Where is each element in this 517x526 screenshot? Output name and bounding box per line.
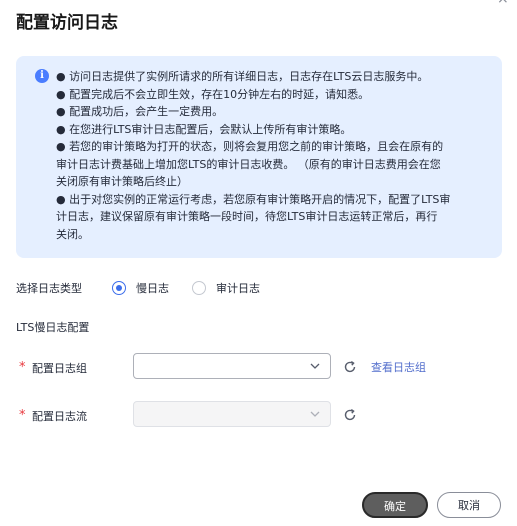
notice-line: ● 若您的审计策略为打开的状态，则将会复用您之前的审计策略，且会在原有的	[56, 140, 444, 153]
close-icon[interactable]: ×	[497, 0, 509, 6]
required-mark: *	[19, 408, 26, 423]
log-stream-label: 配置日志流	[32, 410, 87, 423]
radio-audit-log-label[interactable]: 审计日志	[216, 280, 260, 296]
info-icon: i	[35, 69, 49, 83]
confirm-button[interactable]: 确定	[362, 492, 428, 518]
radio-audit-log[interactable]	[192, 281, 206, 295]
log-group-label: 配置日志组	[32, 362, 87, 375]
notice-line: ● 访问日志提供了实例所请求的所有详细日志，日志存在LTS云日志服务中。	[56, 70, 429, 83]
notice-box: i ● 访问日志提供了实例所请求的所有详细日志，日志存在LTS云日志服务中。 ●…	[16, 56, 502, 258]
chevron-down-icon	[310, 363, 320, 369]
cancel-button[interactable]: 取消	[437, 492, 501, 518]
dialog-title: 配置访问日志	[16, 13, 118, 33]
log-type-label: 选择日志类型	[16, 282, 82, 295]
log-stream-select[interactable]	[133, 401, 331, 427]
chevron-down-icon	[310, 411, 320, 417]
refresh-icon[interactable]	[343, 360, 357, 374]
radio-slow-log[interactable]	[112, 281, 126, 295]
notice-line: ● 出于对您实例的正常运行考虑，若您原有审计策略开启的情况下，配置了LTS审	[56, 192, 451, 206]
view-log-group-link[interactable]: 查看日志组	[371, 359, 426, 375]
log-group-select[interactable]	[133, 353, 331, 379]
section-title: LTS慢日志配置	[16, 321, 90, 334]
refresh-icon[interactable]	[343, 408, 357, 422]
notice-line: ● 在您进行LTS审计日志配置后，会默认上传所有审计策略。	[56, 122, 352, 136]
required-mark: *	[19, 360, 26, 375]
notice-line: ● 配置完成后不会立即生效，存在10分钟左右的时延，请知悉。	[56, 87, 370, 101]
notice-text: ● 访问日志提供了实例所请求的所有详细日志，日志存在LTS云日志服务中。 ● 配…	[56, 68, 496, 243]
notice-line: 计日志，建议保留原有审计策略一段时间，待您LTS审计日志运转正常后，再行	[56, 210, 438, 223]
notice-line: 关闭原有审计策略后终止）	[56, 175, 188, 188]
notice-line: 审计日志计费基础上增加您LTS的审计日志收费。 （原有的审计日志费用会在您	[56, 157, 441, 171]
notice-line: 关闭。	[56, 227, 89, 241]
radio-slow-log-label[interactable]: 慢日志	[136, 280, 169, 296]
notice-line: ● 配置成功后，会产生一定费用。	[56, 105, 224, 118]
